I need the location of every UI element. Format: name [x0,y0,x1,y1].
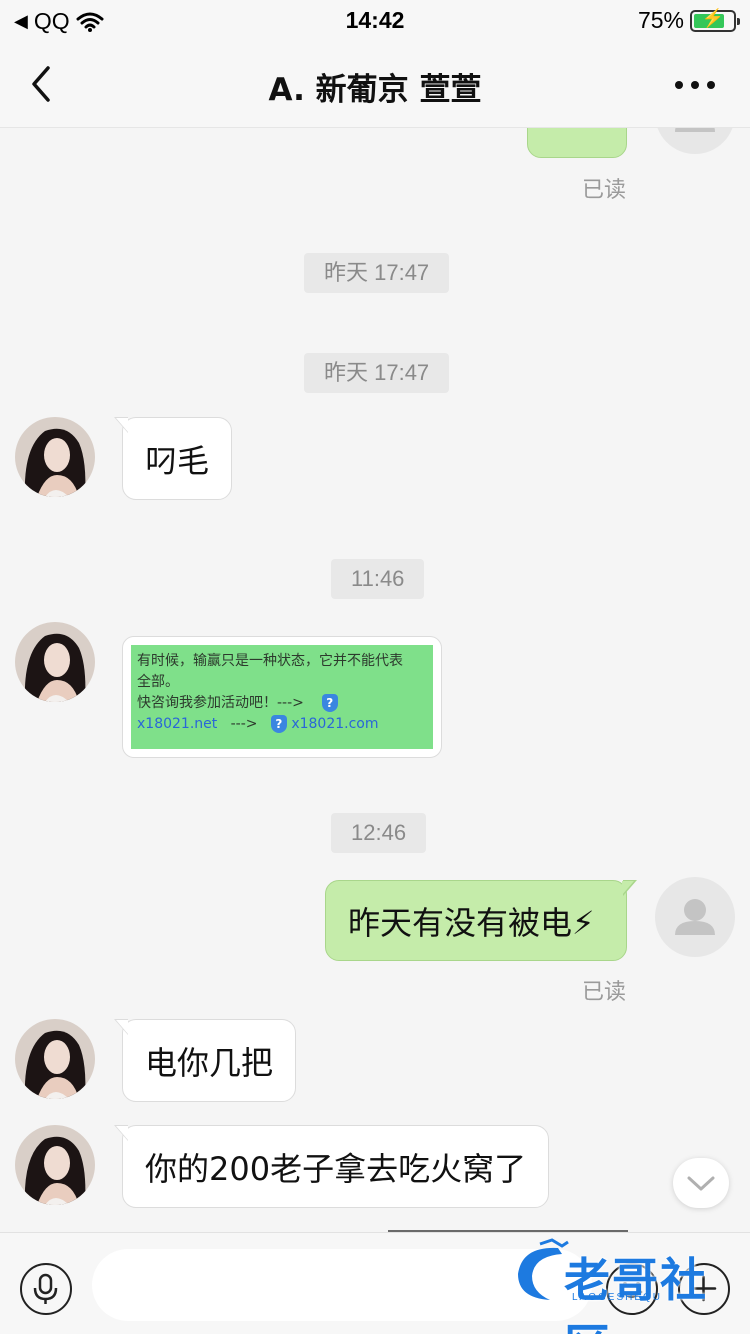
read-receipt: 已读 [582,980,627,1005]
incoming-message-bubble[interactable]: 电你几把 [113,1019,297,1102]
message-text: 叼毛 [145,441,210,480]
more-dot-icon [675,81,683,89]
outgoing-message-bubble-partial[interactable] [527,128,627,158]
incoming-message-bubble[interactable]: 叼毛 [113,417,233,500]
incoming-message-bubble[interactable]: 你的200老子拿去吃火窝了 [113,1125,550,1208]
image-text-line: 快咨询我参加活动吧！---> [137,695,304,711]
outgoing-message-bubble[interactable]: 昨天有没有被电⚡ [325,880,637,961]
timestamp-chip: 昨天 17:47 [304,253,450,293]
image-link: x18021.net [137,716,218,732]
timestamp-chip: 昨天 17:47 [304,353,450,393]
battery-percent: 75% [637,7,684,33]
voice-input-button[interactable] [20,1263,72,1315]
shield-question-icon: ? [321,694,338,712]
message-text: 电你几把 [145,1043,274,1082]
image-link: x18021.com [291,716,379,732]
input-bar [0,1232,750,1334]
default-user-icon [675,899,715,935]
chat-title: A. 新葡京 萱萱 [268,72,482,108]
chevron-down-icon [687,1176,715,1191]
timestamp-chip: 12:46 [331,813,427,853]
image-text-line: 全部。 [137,674,179,690]
more-dot-icon [707,81,715,89]
plus-icon [690,1275,717,1302]
timestamp-chip: 11:46 [331,559,425,599]
battery-icon: ⚡ [690,7,740,32]
read-receipt: 已读 [582,178,627,203]
image-text-line: 有时候，输赢只是一种状态，它并不能代表 [137,653,403,669]
more-actions-button[interactable] [678,1263,730,1315]
contact-avatar[interactable] [15,622,95,702]
self-avatar[interactable] [655,877,735,957]
microphone-icon [33,1273,58,1304]
incoming-image-message[interactable]: 有时候，输赢只是一种状态，它并不能代表 全部。 快咨询我参加活动吧！---> ?… [122,636,442,758]
contact-photo-icon [15,1019,95,1099]
more-options-button[interactable] [670,70,720,100]
status-bar: ◀ QQ 14:42 75% ⚡ [0,0,750,40]
message-text: 昨天有没有被电⚡ [348,903,595,942]
contact-avatar[interactable] [15,1125,95,1205]
image-arrow: ---> [230,716,258,732]
self-avatar[interactable] [655,128,735,154]
contact-photo-icon [15,622,95,702]
scroll-to-bottom-button[interactable] [673,1158,729,1208]
contact-avatar[interactable] [15,1019,95,1099]
nav-bar: A. 新葡京 萱萱 [0,40,750,128]
contact-avatar[interactable] [15,417,95,497]
default-user-icon [675,128,715,132]
message-text: 你的200老子拿去吃火窝了 [145,1149,527,1188]
message-input[interactable] [92,1249,592,1321]
smiley-icon [620,1282,643,1298]
charging-bolt-icon: ⚡ [701,7,725,28]
chat-message-list[interactable]: 已读 昨天 17:47 昨天 17:47 叼毛 11:46 有时候，输赢只是一种… [0,128,750,1232]
emoji-button[interactable] [606,1263,658,1315]
shield-question-icon: ? [270,715,287,733]
contact-photo-icon [15,1125,95,1205]
contact-photo-icon [15,417,95,497]
image-content: 有时候，输赢只是一种状态，它并不能代表 全部。 快咨询我参加活动吧！---> ?… [131,645,433,749]
more-dot-icon [691,81,699,89]
